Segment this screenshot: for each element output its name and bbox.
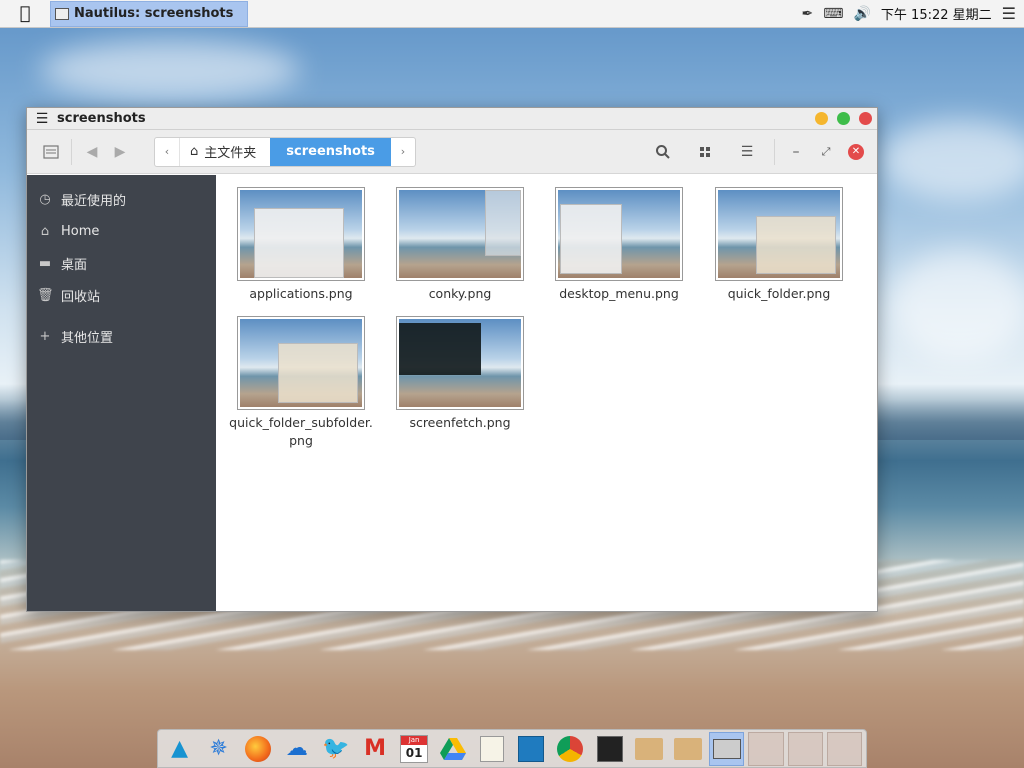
file-name: conky.png: [428, 286, 492, 301]
dock-empty-slot: [787, 731, 823, 766]
apple-icon[interactable]: : [0, 0, 50, 28]
file-thumbnail: [555, 187, 683, 281]
sidebar-item-label: Home: [61, 223, 100, 239]
file-grid: applications.png conky.png desktop_menu.…: [216, 175, 877, 611]
window-title: screenshots: [57, 111, 146, 126]
chrome-icon[interactable]: [553, 732, 588, 766]
toolbar-separator: [774, 138, 775, 165]
wallpaper-cloud: [890, 250, 1024, 360]
file-thumbnail: [715, 187, 843, 281]
minimize-button[interactable]: [815, 112, 828, 125]
sidebar-item-label: 回收站: [61, 289, 101, 305]
path-home-label: 主文件夹: [204, 146, 257, 161]
window-titlebar[interactable]: ☰ screenshots: [27, 108, 877, 130]
path-scroll-left-icon[interactable]: ‹: [155, 138, 179, 166]
file-name: screenfetch.png: [409, 415, 511, 430]
restore-icon[interactable]: ⤢: [811, 138, 841, 166]
terminal-icon[interactable]: [592, 732, 627, 766]
close-icon[interactable]: ✕: [841, 138, 871, 166]
file-manager-window: ☰ screenshots ◀ ▶ ‹ ⌂ 主文件夹 screenshots ›: [26, 107, 878, 612]
file-thumbnail: [396, 316, 524, 410]
sidebar-item-label: 最近使用的: [61, 193, 127, 209]
sidebar-item-label: 其他位置: [61, 330, 114, 346]
system-monitor-icon[interactable]: [514, 732, 549, 766]
plus-icon: +: [39, 328, 51, 344]
onedrive-icon[interactable]: ☁: [279, 732, 314, 766]
drive-icon[interactable]: [436, 732, 471, 766]
file-name: desktop_menu.png: [559, 286, 679, 301]
twitter-icon[interactable]: 🐦: [318, 732, 353, 766]
path-home-button[interactable]: ⌂ 主文件夹: [179, 137, 270, 166]
arch-icon[interactable]: ▲: [162, 732, 197, 766]
path-current-button[interactable]: screenshots: [270, 137, 391, 166]
gmail-icon[interactable]: M: [357, 732, 392, 766]
file-thumbnail: [237, 187, 365, 281]
dock-empty-slot: [748, 731, 784, 766]
calendar-icon[interactable]: Jan 01: [397, 732, 432, 766]
menu-icon[interactable]: ☰: [1002, 4, 1016, 23]
window-icon[interactable]: [709, 731, 745, 766]
dock: ▲ ✵ ☁ 🐦 M Jan 01: [157, 729, 867, 768]
wallpaper-cloud: [40, 40, 300, 100]
hamburger-menu-icon[interactable]: ☰: [27, 111, 57, 127]
path-scroll-right-icon[interactable]: ›: [391, 138, 415, 166]
sidebar-item-recent[interactable]: ◷ 最近使用的: [27, 183, 216, 215]
file-thumbnail: [396, 187, 524, 281]
sidebar: ◷ 最近使用的 ⌂ Home ▬ 桌面 🗑 回收站 + 其他位置: [27, 175, 216, 611]
search-icon[interactable]: [642, 138, 684, 166]
downloads-icon[interactable]: [670, 732, 705, 766]
taskbar-item-nautilus[interactable]: Nautilus: screenshots: [50, 0, 248, 27]
sidebar-toggle-icon[interactable]: [37, 138, 65, 166]
grid-view-icon[interactable]: [684, 138, 726, 166]
home-icon: ⌂: [40, 223, 50, 239]
calendar-day: 01: [405, 745, 423, 760]
home-icon: ⌂: [190, 144, 199, 159]
top-panel:  Nautilus: screenshots ✒ ⌨ 🔊 下午 15:22 星…: [0, 0, 1024, 28]
text-editor-icon[interactable]: [475, 732, 510, 766]
file-name: applications.png: [249, 286, 353, 301]
window-icon: [55, 7, 69, 20]
system-tray: ✒ ⌨ 🔊 下午 15:22 星期二 ☰: [802, 0, 1024, 28]
volume-icon[interactable]: 🔊: [853, 6, 870, 22]
view-menu-icon[interactable]: ☰: [726, 138, 768, 166]
file-item[interactable]: desktop_menu.png: [544, 187, 694, 303]
file-thumbnail: [237, 316, 365, 410]
clock[interactable]: 下午 15:22 星期二: [881, 4, 992, 23]
pen-icon[interactable]: ✒: [802, 6, 814, 22]
sidebar-item-other-locations[interactable]: + 其他位置: [27, 320, 216, 352]
file-name: quick_folder.png: [727, 286, 831, 301]
file-item[interactable]: conky.png: [385, 187, 535, 303]
taskbar-item-label: Nautilus: screenshots: [74, 6, 234, 21]
file-item[interactable]: applications.png: [226, 187, 376, 303]
safari-icon[interactable]: ✵: [201, 732, 236, 766]
keyboard-icon[interactable]: ⌨: [823, 6, 843, 22]
sidebar-item-home[interactable]: ⌂ Home: [27, 215, 216, 247]
clock-icon: ◷: [39, 191, 51, 207]
sidebar-item-desktop[interactable]: ▬ 桌面: [27, 247, 216, 279]
maximize-button[interactable]: [837, 112, 850, 125]
calendar-month: Jan: [401, 735, 428, 745]
file-name: quick_folder_subfolder.png: [229, 415, 373, 448]
sidebar-item-label: 桌面: [61, 257, 88, 273]
sidebar-item-trash[interactable]: 🗑 回收站: [27, 279, 216, 311]
file-item[interactable]: quick_folder_subfolder.png: [226, 316, 376, 450]
dock-empty-slot: [826, 731, 862, 766]
file-item[interactable]: screenfetch.png: [385, 316, 535, 432]
close-button[interactable]: [859, 112, 872, 125]
file-item[interactable]: quick_folder.png: [704, 187, 854, 303]
toolbar: ◀ ▶ ‹ ⌂ 主文件夹 screenshots › ☰ – ⤢ ✕: [27, 130, 877, 174]
wallpaper-cloud: [880, 120, 1024, 200]
firefox-icon[interactable]: [240, 732, 275, 766]
path-bar: ‹ ⌂ 主文件夹 screenshots ›: [154, 136, 416, 167]
forward-button[interactable]: ▶: [106, 138, 134, 166]
back-button[interactable]: ◀: [78, 138, 106, 166]
trash-icon: 🗑: [37, 287, 54, 303]
toolbar-separator: [71, 138, 72, 165]
home-folder-icon[interactable]: [631, 732, 666, 766]
folder-icon: ▬: [38, 255, 52, 271]
minimize-icon[interactable]: –: [781, 138, 811, 166]
